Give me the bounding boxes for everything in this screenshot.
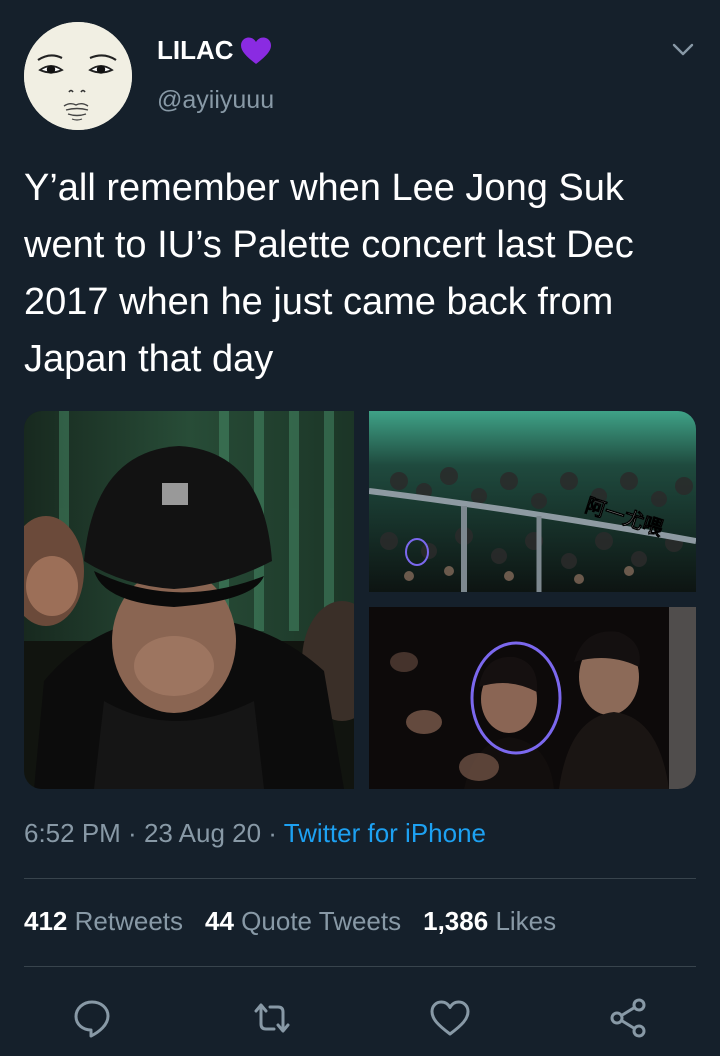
avatar-face-image	[24, 22, 132, 130]
like-icon[interactable]	[428, 996, 472, 1040]
tweet-date: 23 Aug 20	[143, 818, 262, 848]
share-icon[interactable]	[606, 996, 650, 1040]
quote-tweets-stat[interactable]: 44 Quote Tweets	[205, 906, 401, 936]
divider	[24, 966, 696, 967]
purple-heart-icon	[240, 37, 271, 64]
likes-count: 1,386	[423, 906, 489, 936]
tweet-detail: LILAC @ayiiyuuu Y’all remember when Lee …	[0, 0, 720, 1056]
user-handle[interactable]: @ayiiyuuu	[157, 86, 274, 115]
tweet-time: 6:52 PM	[24, 818, 121, 848]
photo-man-in-cap[interactable]	[24, 411, 354, 789]
divider	[24, 878, 696, 879]
media-grid: 阿一尤喂	[24, 411, 696, 789]
retweets-label: Retweets	[74, 906, 184, 936]
display-name-row[interactable]: LILAC	[157, 35, 272, 66]
likes-stat[interactable]: 1,386 Likes	[423, 906, 556, 936]
quotes-count: 44	[205, 906, 234, 936]
retweets-stat[interactable]: 412 Retweets	[24, 906, 183, 936]
display-name[interactable]: LILAC	[157, 35, 234, 66]
tweet-source-link[interactable]: Twitter for iPhone	[284, 818, 486, 848]
chevron-down-icon[interactable]	[668, 34, 698, 64]
reply-icon[interactable]	[70, 996, 114, 1040]
action-bar	[0, 996, 720, 1040]
separator: ·	[261, 818, 284, 848]
retweets-count: 412	[24, 906, 68, 936]
retweet-icon[interactable]	[250, 996, 294, 1040]
tweet-text: Y’all remember when Lee Jong Suk went to…	[24, 167, 634, 380]
separator: ·	[120, 818, 144, 848]
photo-concert-crowd[interactable]: 阿一尤喂	[369, 411, 696, 592]
photo-circled-man[interactable]	[369, 607, 696, 789]
tweet-metadata: 6:52 PM · 23 Aug 20 · Twitter for iPhone	[24, 818, 486, 849]
likes-label: Likes	[495, 906, 557, 936]
quotes-label: Quote Tweets	[241, 906, 402, 936]
tweet-stats: 412 Retweets 44 Quote Tweets 1,386 Likes	[24, 906, 578, 937]
avatar[interactable]	[24, 22, 132, 130]
